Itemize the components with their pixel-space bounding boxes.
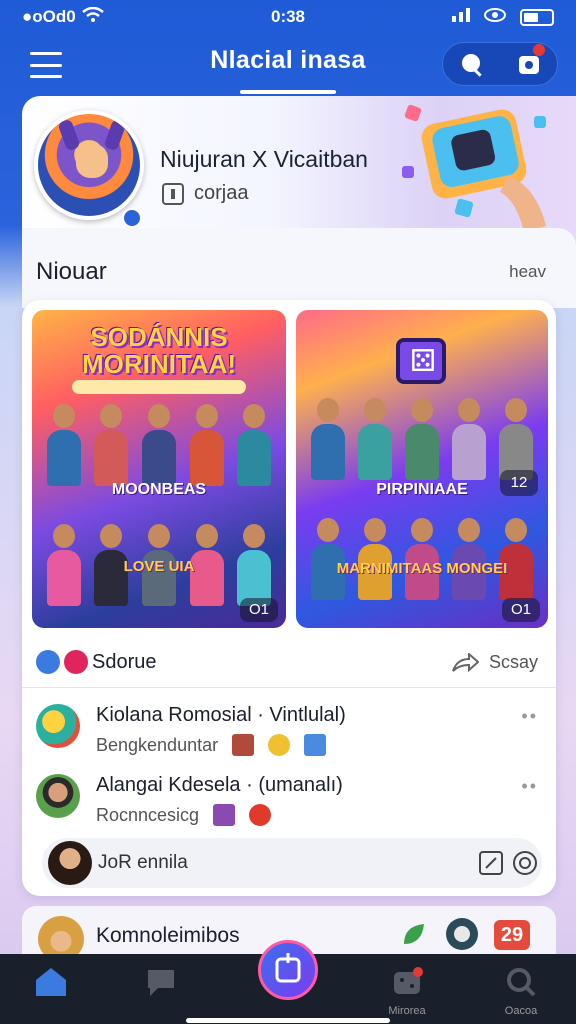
home-icon xyxy=(36,968,66,996)
bottom-nav: Mirorea Oacoa xyxy=(0,940,576,1024)
avatar xyxy=(48,841,92,885)
count-badge: 29 xyxy=(494,920,530,950)
comment-subtitle-text: Rocnncesicg xyxy=(96,804,200,825)
media-tile[interactable]: 12 PIRPINIAAE MARNIMITAAS MONGEI O1 xyxy=(296,310,548,628)
feed-card: SODÁNNIS MORINITAA! MOONBEAS LOVE UIA O1 xyxy=(22,300,556,896)
avatar[interactable] xyxy=(34,110,144,220)
dice-icon xyxy=(396,338,446,384)
sticker-icon xyxy=(232,734,255,756)
list-item[interactable]: Alangai Kdesela · (umanalı) Rocnncesicg … xyxy=(36,770,546,830)
header-actions xyxy=(442,42,558,86)
tile-banner-secondary: LOVE UIA xyxy=(123,558,195,575)
tile-count: O1 xyxy=(502,598,540,622)
search-button[interactable] xyxy=(452,44,492,84)
leaf-icon xyxy=(404,924,424,944)
verified-icon xyxy=(122,208,142,228)
game-icon xyxy=(394,967,423,994)
search-icon xyxy=(507,968,536,997)
avatar xyxy=(36,774,80,818)
camera-icon[interactable] xyxy=(512,850,538,876)
nav-item-games[interactable]: Mirorea xyxy=(372,966,442,1017)
more-options-icon[interactable]: •• xyxy=(521,706,538,727)
apple-icon xyxy=(249,804,272,826)
create-icon xyxy=(275,953,301,983)
avatar xyxy=(36,704,80,748)
create-button[interactable] xyxy=(258,940,318,1000)
section-header: Niouar heav xyxy=(22,228,576,308)
share-row: Sdorue Scsay xyxy=(22,638,556,688)
chat-icon xyxy=(148,970,174,996)
title-underline xyxy=(240,90,336,94)
share-label: Scsay xyxy=(488,652,538,672)
reply-input[interactable]: JoR ennila xyxy=(42,838,542,888)
reply-placeholder: JoR ennila xyxy=(98,852,188,873)
tile-count: O1 xyxy=(240,598,278,622)
share-button[interactable]: Scsay xyxy=(451,652,538,673)
nav-item-home[interactable] xyxy=(16,966,86,1005)
nav-label: Oacoa xyxy=(504,1005,538,1017)
share-icon xyxy=(452,652,479,672)
edit-icon[interactable] xyxy=(478,850,504,876)
nav-label: Mirorea xyxy=(388,1005,426,1017)
game-icon xyxy=(446,918,478,950)
source-label[interactable]: Sdorue xyxy=(92,651,157,674)
info-icon xyxy=(162,182,184,205)
nav-item-search[interactable]: Oacoa xyxy=(486,966,556,1017)
comment-author: Alangai Kdesela · (umanalı) xyxy=(96,774,343,796)
nav-item-chat[interactable] xyxy=(126,966,196,1005)
search-icon xyxy=(461,54,482,77)
tile-subtitle xyxy=(72,380,246,394)
list-item[interactable]: Kiolana Romosial · Vintlulal) Bengkendun… xyxy=(36,700,546,760)
comment-subtitle: Rocnncesicg xyxy=(96,804,272,826)
notifications-button[interactable] xyxy=(509,44,549,84)
media-tile[interactable]: SODÁNNIS MORINITAA! MOONBEAS LOVE UIA O1 xyxy=(32,310,286,628)
water-icon xyxy=(304,734,327,756)
notification-badge xyxy=(532,44,545,56)
game-icon xyxy=(213,804,236,826)
tile-banner: MOONBEAS xyxy=(111,481,207,498)
game-controller-illustration xyxy=(402,104,546,232)
clock: 0:38 xyxy=(270,7,306,26)
comment-subtitle-text: Bengkenduntar xyxy=(96,734,219,755)
source-icon xyxy=(64,650,88,674)
tile-banner: PIRPINIAAE xyxy=(376,481,468,498)
view-all-link[interactable]: heav xyxy=(509,262,546,282)
top-bar: Nlacial inasa xyxy=(0,40,576,94)
battery-icon xyxy=(520,8,554,26)
comment-subtitle: Bengkenduntar xyxy=(96,734,327,756)
post-author: Komnoleimibos xyxy=(96,924,240,947)
tile-banner-secondary: MARNIMITAAS MONGEI xyxy=(336,560,508,577)
tile-headline: SODÁNNIS MORINITAA! xyxy=(81,322,237,380)
people-group-photo xyxy=(304,390,540,480)
people-group-photo xyxy=(40,396,278,486)
home-indicator xyxy=(186,1018,390,1023)
profile-name: Niujuran X Vicaitban xyxy=(160,146,368,172)
app-icon xyxy=(36,650,60,674)
profile-meta-text: corjaa xyxy=(194,182,249,204)
profile-meta: corjaa xyxy=(162,182,248,205)
status-bar: ●oOd0 0:38 xyxy=(0,0,576,34)
comment-author: Kiolana Romosial · Vintlulal) xyxy=(96,704,346,726)
more-options-icon[interactable]: •• xyxy=(521,776,538,797)
coin-icon xyxy=(268,734,291,756)
section-title: Niouar xyxy=(36,258,107,285)
